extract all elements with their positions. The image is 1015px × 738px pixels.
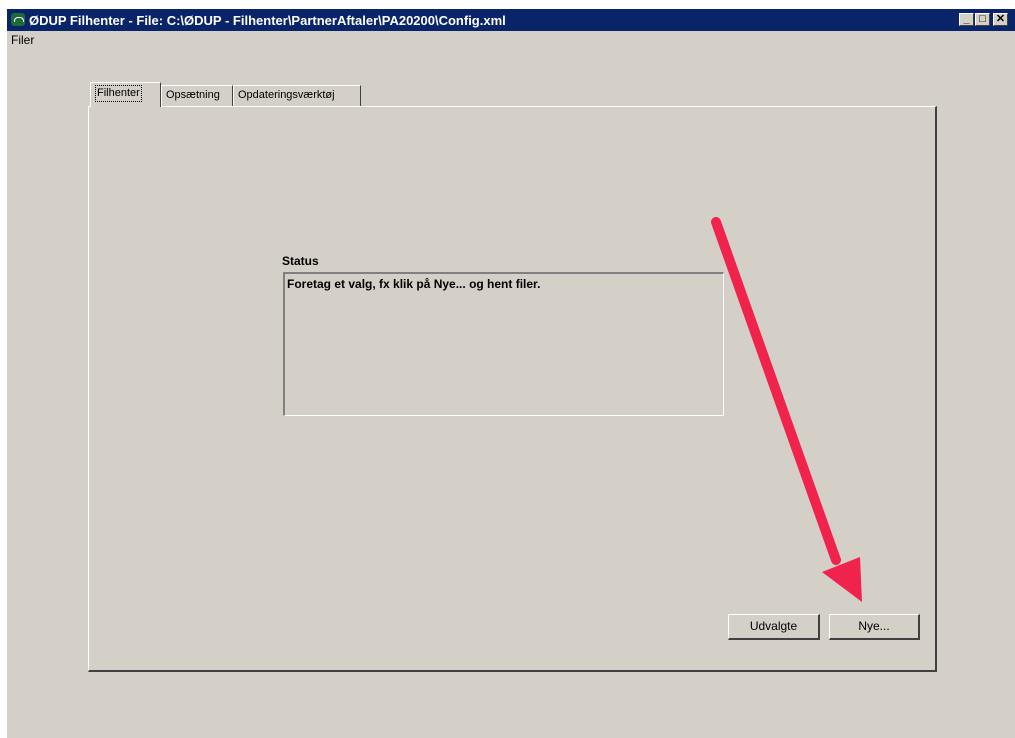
tab-label: Opsætning <box>166 89 220 101</box>
tab-label: Filhenter <box>95 85 142 102</box>
tab-opdateringsvaerktoej[interactable]: Opdateringsværktøj <box>233 85 361 106</box>
maximize-button[interactable]: □ <box>975 13 990 26</box>
title-bar[interactable]: ØDUP Filhenter - File: C:\ØDUP - Filhent… <box>7 9 1015 31</box>
tab-opsaetning[interactable]: Opsætning <box>161 85 233 106</box>
menu-bar: Filer <box>7 31 1015 50</box>
minimize-button[interactable]: _ <box>959 13 974 26</box>
menu-item-filer[interactable]: Filer <box>11 33 34 47</box>
close-button[interactable]: ✕ <box>993 13 1008 26</box>
window-title: ØDUP Filhenter - File: C:\ØDUP - Filhent… <box>29 13 506 28</box>
tab-panel-filhenter <box>88 106 937 672</box>
app-logo-icon <box>11 13 25 26</box>
tab-label: Opdateringsværktøj <box>238 89 335 101</box>
tab-filhenter[interactable]: Filhenter <box>90 82 161 107</box>
